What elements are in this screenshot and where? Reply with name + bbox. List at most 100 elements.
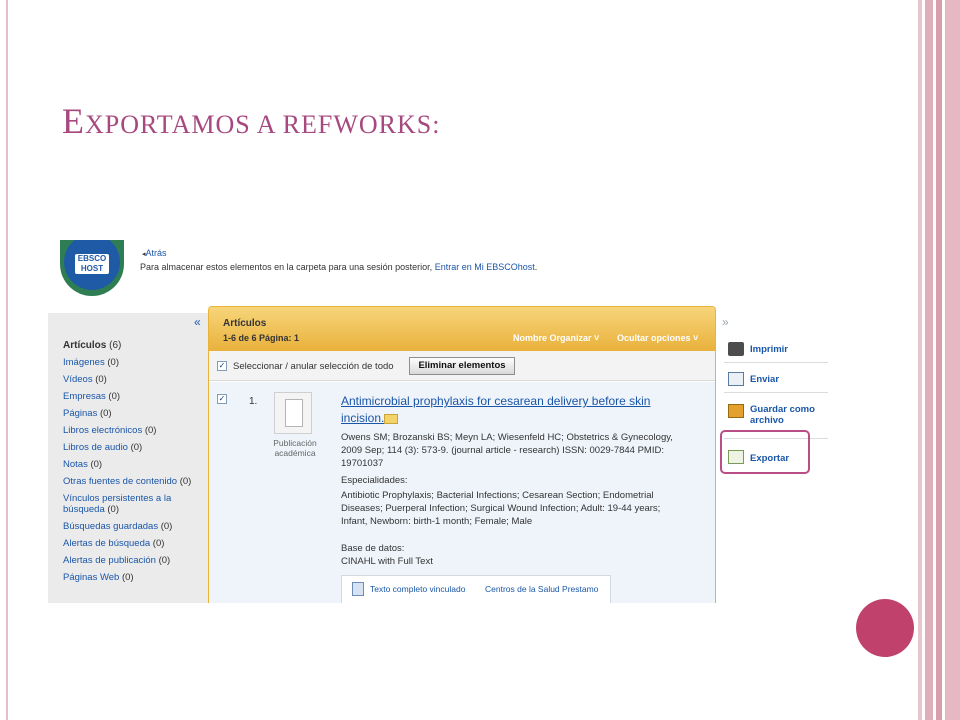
sidebar-item-label: Artículos [63,340,107,351]
sidebar-item-label: Libros de audio [63,442,128,453]
interlibrary-loan-link[interactable]: Centros de la Salud Prestamo [485,584,598,594]
record-title-link[interactable]: Antimicrobial prophylaxis for cesarean d… [341,393,681,427]
title-rest: XPORTAMOS A REFWORKS: [85,110,441,139]
sidebar-item-search-alerts[interactable]: Alertas de búsqueda (0) [63,535,205,552]
sidebar-item-count: (0) [158,555,171,566]
sidebar-item-count: (0) [179,476,192,487]
sidebar-item-articles[interactable]: Artículos (6) [63,337,205,354]
results-header: Artículos 1-6 de 6 Página: 1 Nombre Orga… [209,307,715,351]
title-initial: E [62,101,85,141]
printer-icon [728,342,744,356]
sidebar-item-count: (0) [144,425,157,436]
slide-right-band [936,0,942,720]
export-highlight-box [720,430,810,474]
sidebar-item-pages[interactable]: Páginas (0) [63,405,205,422]
record-number: 1. [249,396,258,407]
publication-type: Publicación académica [273,438,317,458]
save-label: Guardar como archivo [750,404,815,426]
sidebar-item-label: Otras fuentes de contenido [63,476,178,487]
sidebar-item-count: (0) [108,391,121,402]
sidebar-item-label: Empresas [63,391,106,402]
sidebar-item-images[interactable]: Imágenes (0) [63,354,205,371]
ebsco-folder-screenshot: EBSCO HOST ◂Atrás Para almacenar estos e… [48,240,832,603]
slide-right-band [918,0,922,720]
sidebar-item-persistent-links[interactable]: Vínculos persistentes a la búsqueda (0) [63,493,205,515]
slide-title: EXPORTAMOS A REFWORKS: [62,100,440,142]
ebsco-logo[interactable]: EBSCO HOST [60,240,124,296]
database-value: CINAHL with Full Text [341,556,433,567]
sidebar-item-other-sources[interactable]: Otras fuentes de contenido (0) [63,473,205,490]
session-info: Para almacenar estos elementos en la car… [140,262,537,272]
slide-right-band [945,0,960,720]
actions-panel: » Imprimir Enviar Guardar como archivo E… [716,313,832,603]
info-end: . [534,262,538,272]
print-action[interactable]: Imprimir [724,335,828,363]
folder-sidebar: « Artículos (6) Imágenes (0) Vídeos (0) … [48,313,208,603]
sidebar-item-count: (0) [121,572,134,583]
sidebar-item-count: (0) [130,442,143,453]
collapse-left-icon[interactable]: « [194,315,201,329]
slide-right-band [925,0,933,720]
sidebar-item-count: (0) [99,408,112,419]
email-label: Enviar [750,374,780,385]
sidebar-item-label: Páginas Web [63,572,120,583]
sidebar-item-label: Imágenes [63,357,105,368]
email-icon [728,372,744,386]
linked-fulltext-icon [352,582,364,596]
sidebar-item-count: (0) [107,357,119,368]
sidebar-item-label: Alertas de búsqueda [63,538,151,549]
document-page-shape [285,399,303,427]
back-label: Atrás [145,248,167,258]
back-link[interactable]: ◂Atrás [142,248,167,258]
result-record: ✓ 1. Publicación académica Antimicrobial… [209,382,715,603]
sidebar-item-label: Vídeos [63,374,93,385]
save-disk-icon [728,404,744,418]
logo-text: EBSCO HOST [75,254,109,274]
document-icon [274,392,312,434]
sidebar-item-web-pages[interactable]: Páginas Web (0) [63,569,205,586]
select-all-checkbox[interactable]: ✓ [217,361,227,371]
selection-bar: ✓ Seleccionar / anular selección de todo… [209,351,715,381]
sidebar-item-videos[interactable]: Vídeos (0) [63,371,205,388]
subjects-text: Antibiotic Prophylaxis; Bacterial Infect… [341,490,661,527]
sidebar-item-count: (0) [107,504,119,515]
preview-icon[interactable] [384,413,399,424]
print-label: Imprimir [750,344,789,355]
subjects-label: Especialidades: [341,475,408,486]
select-all-label: Seleccionar / anular selección de todo [233,361,394,372]
sidebar-item-label: Notas [63,459,88,470]
record-links-bar: Texto completo vinculado Centros de la S… [341,575,611,603]
link-divider [610,576,611,603]
email-action[interactable]: Enviar [724,363,828,393]
sort-dropdown[interactable]: Nombre Organizar ˅ [513,333,599,343]
record-checkbox[interactable]: ✓ [217,394,227,404]
folder-category-list: Artículos (6) Imágenes (0) Vídeos (0) Em… [63,337,205,586]
sidebar-item-label: Páginas [63,408,98,419]
sidebar-item-count: (6) [109,340,122,351]
linked-fulltext-link[interactable]: Texto completo vinculado [370,584,465,594]
sidebar-item-audiobooks[interactable]: Libros de audio (0) [63,439,205,456]
database-label: Base de datos: [341,543,405,554]
slide-left-border [6,0,8,720]
sidebar-item-count: (0) [152,538,165,549]
sidebar-item-count: (0) [90,459,103,470]
record-citation: Owens SM; Brozanski BS; Meyn LA; Wiesenf… [341,432,673,469]
results-title: Artículos [223,318,267,329]
sidebar-item-count: (0) [95,374,107,385]
hide-options-dropdown[interactable]: Ocultar opciones ˅ [617,333,698,343]
folder-results-panel: Artículos 1-6 de 6 Página: 1 Nombre Orga… [208,306,716,603]
info-text: Para almacenar estos elementos en la car… [140,262,433,272]
sidebar-item-count: (0) [160,521,173,532]
signin-link[interactable]: Entrar en Mi EBSCOhost [435,262,535,272]
sidebar-item-ebooks[interactable]: Libros electrónicos (0) [63,422,205,439]
sidebar-item-publication-alerts[interactable]: Alertas de publicación (0) [63,552,205,569]
sidebar-item-companies[interactable]: Empresas (0) [63,388,205,405]
remove-items-button[interactable]: Eliminar elementos [409,357,515,375]
sidebar-item-notes[interactable]: Notas (0) [63,456,205,473]
sidebar-item-label: Búsquedas guardadas [63,521,159,532]
collapse-right-icon[interactable]: » [722,315,729,329]
decorative-circle [856,599,914,657]
sidebar-item-label: Alertas de publicación [63,555,156,566]
results-pagination: 1-6 de 6 Página: 1 [223,333,300,343]
sidebar-item-saved-searches[interactable]: Búsquedas guardadas (0) [63,518,205,535]
